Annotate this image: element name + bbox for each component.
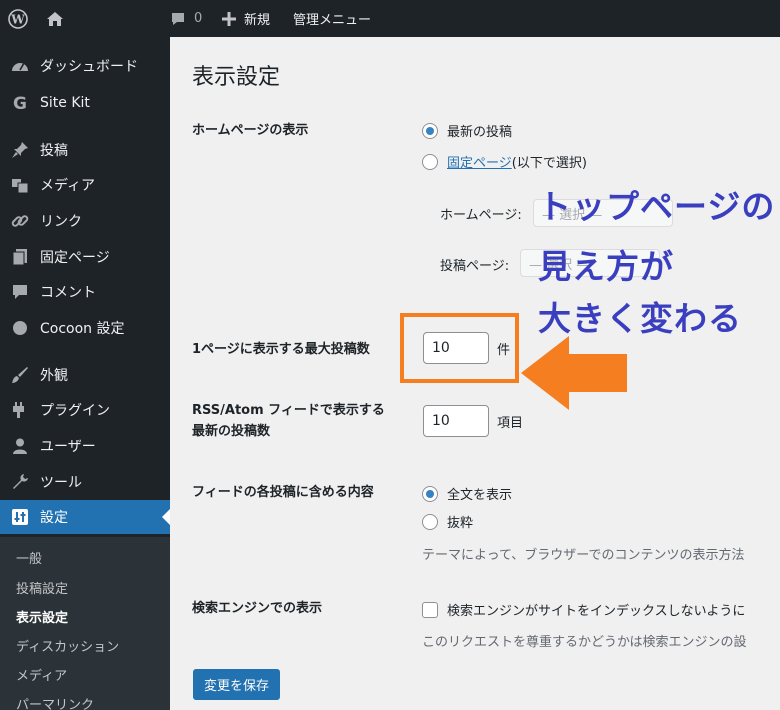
sidebar-item-dashboard[interactable]: ダッシュボード [0, 49, 170, 83]
posts-page-select-label: 投稿ページ: [440, 259, 510, 274]
sidebar-item-label: 固定ページ [40, 250, 110, 266]
discourage-search-label: 検索エンジンがサイトをインデックスしないように [447, 604, 746, 619]
sidebar-item-label: Cocoon 設定 [40, 321, 125, 337]
static-page-suffix: (以下で選択) [511, 156, 587, 171]
radio-excerpt-control[interactable] [422, 513, 438, 530]
circle-icon [10, 318, 30, 338]
radio-static-page[interactable]: 固定ページ (以下で選択) [422, 152, 587, 171]
sidebar-item-settings[interactable]: 設定 [0, 500, 170, 534]
user-icon [10, 436, 30, 456]
sidebar-item-posts[interactable]: 投稿 [0, 133, 170, 167]
sidebar-item-label: 設定 [40, 510, 68, 526]
highlight-box [400, 313, 519, 383]
posts-per-page-label: 1ページに表示する最大投稿数 [192, 342, 370, 357]
wrench-icon [10, 472, 30, 492]
sidebar-item-label: ユーザー [40, 439, 96, 455]
rss-posts-label: RSS/Atom フィードで表示する 最新の投稿数 [192, 401, 385, 443]
feed-content-label: フィードの各投稿に含める内容 [192, 485, 374, 500]
radio-static-page-control[interactable] [422, 153, 438, 170]
sidebar-item-media[interactable]: メディア [0, 168, 170, 202]
admin-bar: W 0 新規 管理メニュー [0, 0, 780, 37]
media-icon [10, 175, 30, 195]
comments-button[interactable]: 0 [170, 0, 202, 37]
google-g-icon: G [10, 93, 30, 113]
search-engine-label: 検索エンジンでの表示 [192, 601, 323, 616]
submenu-item-discussion[interactable]: ディスカッション [16, 636, 119, 655]
sidebar-item-links[interactable]: リンク [0, 204, 170, 238]
rss-posts-label-line1: RSS/Atom フィードで表示する [192, 403, 385, 418]
comment-icon [10, 282, 30, 302]
sidebar-item-label: ダッシュボード [40, 59, 138, 75]
brush-icon [10, 365, 30, 385]
svg-text:W: W [10, 12, 25, 26]
submenu-item-general[interactable]: 一般 [16, 548, 42, 567]
plugin-icon [10, 400, 30, 420]
search-engine-description: このリクエストを尊重するかどうかは検索エンジンの設 [422, 635, 747, 650]
sidebar-item-appearance[interactable]: 外観 [0, 358, 170, 392]
radio-full-text-control[interactable] [422, 485, 438, 502]
sidebar-item-plugins[interactable]: プラグイン [0, 393, 170, 427]
sidebar-item-label: コメント [40, 285, 96, 301]
svg-text:G: G [13, 94, 27, 112]
annotation-line1: トップページの [538, 187, 776, 226]
active-menu-arrow [162, 509, 170, 525]
radio-excerpt[interactable]: 抜粋 [422, 512, 473, 531]
admin-menu-button[interactable]: 管理メニュー [293, 0, 371, 37]
sidebar-item-tools[interactable]: ツール [0, 465, 170, 499]
submenu-item-reading[interactable]: 表示設定 [16, 607, 68, 626]
sidebar-item-site-kit[interactable]: G Site Kit [0, 86, 170, 120]
left-arrow-icon [521, 336, 627, 410]
radio-latest-posts-control[interactable] [422, 122, 438, 139]
comment-bubble-icon [172, 12, 184, 25]
sidebar-item-cocoon[interactable]: Cocoon 設定 [0, 311, 170, 345]
radio-latest-posts-label: 最新の投稿 [447, 125, 513, 140]
radio-full-text[interactable]: 全文を表示 [422, 484, 512, 503]
save-changes-button[interactable]: 変更を保存 [193, 669, 281, 700]
rss-posts-input[interactable] [423, 405, 489, 437]
annotation-line3: 大きく変わる [538, 299, 742, 338]
feed-content-description: テーマによって、ブラウザーでのコンテンツの表示方法 [422, 548, 745, 563]
wordpress-logo-icon[interactable]: W [8, 0, 36, 37]
sidebar-item-label: プラグイン [40, 403, 110, 419]
search-engine-checkbox-field[interactable]: 検索エンジンがサイトをインデックスしないように [422, 600, 745, 619]
radio-latest-posts[interactable]: 最新の投稿 [422, 121, 512, 140]
dashboard-icon [10, 56, 30, 76]
new-label: 新規 [244, 13, 271, 28]
annotation-line2: 見え方が [538, 247, 674, 286]
submenu-item-permalinks[interactable]: パーマリンク [16, 694, 94, 710]
comments-count: 0 [194, 11, 203, 26]
sidebar-item-label: ツール [40, 475, 82, 491]
page-icon [10, 247, 30, 267]
static-page-link[interactable]: 固定ページ [447, 152, 512, 171]
homepage-select-label: ホームページ: [440, 208, 522, 223]
submenu-item-writing[interactable]: 投稿設定 [16, 578, 68, 597]
sidebar-item-label: メディア [40, 178, 96, 194]
link-icon [10, 211, 30, 231]
rss-posts-label-line2: 最新の投稿数 [192, 423, 271, 439]
settings-icon [10, 507, 30, 527]
sidebar-item-label: リンク [40, 214, 82, 230]
discourage-search-checkbox[interactable] [422, 601, 438, 618]
home-icon[interactable] [46, 0, 70, 37]
radio-excerpt-label: 抜粋 [447, 516, 474, 531]
sidebar-item-label: 外観 [40, 368, 68, 384]
homepage-display-label: ホームページの表示 [192, 123, 309, 138]
rss-posts-field: 項目 [423, 405, 523, 437]
sidebar-item-label: Site Kit [40, 95, 90, 111]
submenu-item-media[interactable]: メディア [16, 665, 67, 684]
page-title: 表示設定 [192, 65, 281, 90]
radio-full-text-label: 全文を表示 [447, 488, 513, 503]
sidebar-item-pages[interactable]: 固定ページ [0, 240, 170, 274]
new-content-button[interactable]: 新規 [222, 0, 270, 37]
plus-icon [222, 11, 236, 26]
admin-sidebar: ダッシュボード G Site Kit 投稿 メディア リンク 固定ページ コメン… [0, 37, 170, 710]
sidebar-item-comments[interactable]: コメント [0, 275, 170, 309]
pushpin-icon [10, 140, 30, 160]
rss-posts-unit: 項目 [497, 415, 524, 431]
sidebar-item-label: 投稿 [40, 143, 68, 159]
settings-submenu: 一般 投稿設定 表示設定 ディスカッション メディア パーマリンク [0, 537, 170, 710]
sidebar-item-users[interactable]: ユーザー [0, 429, 170, 463]
